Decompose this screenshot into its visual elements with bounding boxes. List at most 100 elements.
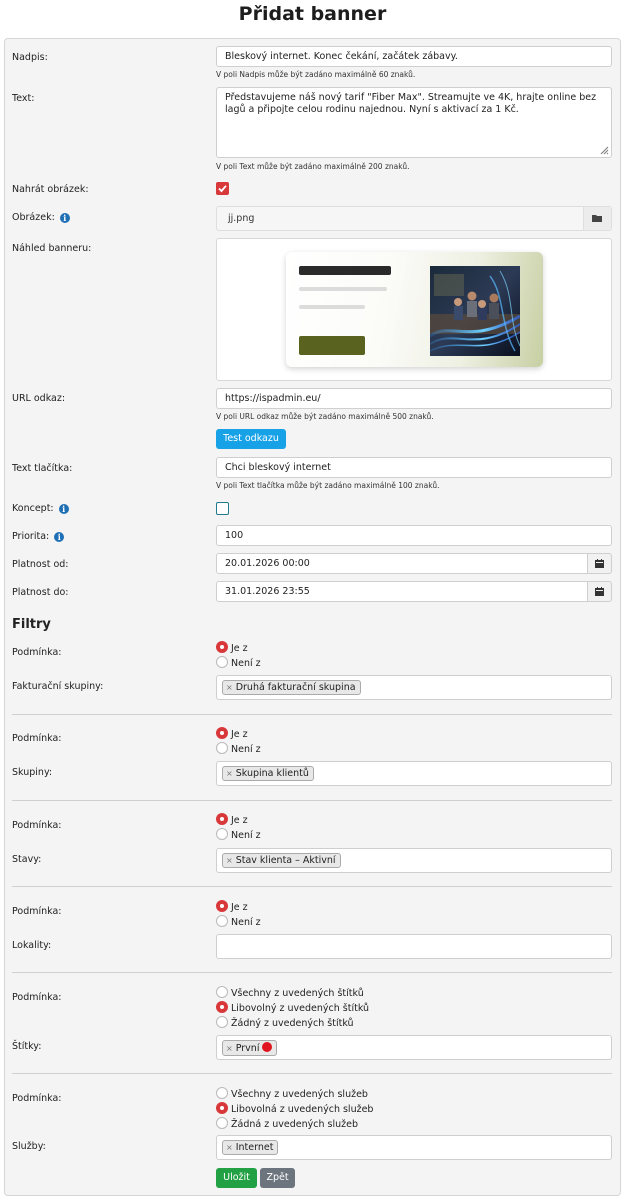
nahrat-obrazek-checkbox[interactable]	[216, 182, 229, 195]
page-title: Přidat banner	[238, 3, 387, 25]
radio-je-z[interactable]: Je z	[216, 813, 248, 826]
url-input[interactable]: https://ispadmin.eu/	[216, 388, 612, 409]
divider	[12, 972, 612, 973]
tag-label: Skupina klientů	[235, 768, 309, 779]
sluzby-multiselect[interactable]: × Internet	[216, 1135, 612, 1160]
tag-label: Internet	[235, 1142, 274, 1153]
radio-label: Není z	[231, 744, 261, 755]
banner-preview	[216, 238, 612, 381]
text-textarea[interactable]: Představujeme náš nový tarif "Fiber Max"…	[216, 87, 612, 158]
remove-tag-icon[interactable]: ×	[226, 1143, 233, 1152]
save-button[interactable]: Uložit	[216, 1168, 257, 1188]
obrazek-file-input[interactable]: jj.png	[216, 206, 612, 231]
radio-button[interactable]	[216, 641, 228, 653]
radio-label: Není z	[231, 658, 261, 669]
selected-tag[interactable]: × Stav klienta – Aktivní	[222, 853, 341, 868]
remove-tag-icon[interactable]: ×	[226, 856, 233, 865]
radio-button[interactable]	[216, 915, 228, 927]
lokality-multiselect[interactable]	[216, 934, 612, 959]
radio-button[interactable]	[216, 1016, 228, 1028]
divider	[12, 800, 612, 801]
platnost-od-input[interactable]: 20.01.2026 00:00	[216, 553, 588, 574]
skupiny-multiselect[interactable]: × Skupina klientů	[216, 761, 612, 786]
selected-tag[interactable]: × Skupina klientů	[222, 766, 314, 781]
radio-zadna[interactable]: Žádná z uvedených služeb	[216, 1117, 358, 1130]
radio-label: Libovolný z uvedených štítků	[231, 1003, 370, 1014]
radio-label: Libovolná z uvedených služeb	[231, 1104, 374, 1115]
remove-tag-icon[interactable]: ×	[226, 769, 233, 778]
back-button[interactable]: Zpět	[260, 1168, 295, 1188]
test-link-button[interactable]: Test odkazu	[216, 429, 286, 449]
radio-button[interactable]	[216, 1087, 228, 1099]
radio-label: Žádný z uvedených štítků	[231, 1018, 354, 1029]
radio-button[interactable]	[216, 813, 228, 825]
remove-tag-icon[interactable]: ×	[226, 683, 233, 692]
divider	[12, 714, 612, 715]
obrazek-filename: jj.png	[228, 213, 255, 224]
koncept-label-wrap: Koncept: i	[12, 503, 69, 514]
radio-button[interactable]	[216, 900, 228, 912]
radio-label: Není z	[231, 917, 261, 928]
resize-handle-icon[interactable]	[599, 145, 609, 155]
radio-vsechny[interactable]: Všechny z uvedených služeb	[216, 1087, 368, 1100]
text-tlacitka-input[interactable]: Chci bleskový internet	[216, 457, 612, 478]
radio-je-z[interactable]: Je z	[216, 900, 248, 913]
radio-button[interactable]	[216, 1102, 228, 1114]
info-icon[interactable]: i	[59, 213, 70, 223]
text-tlacitka-hint: V poli Text tlačítka může být zadáno max…	[216, 481, 440, 490]
radio-vsechny[interactable]: Všechny z uvedených štítků	[216, 986, 364, 999]
condition-label: Podmínka:	[12, 992, 62, 1003]
nahrat-obrazek-label: Nahrát obrázek:	[12, 184, 89, 195]
radio-neni-z[interactable]: Není z	[216, 915, 261, 928]
nadpis-hint: V poli Nadpis může být zadáno maximálně …	[216, 70, 416, 79]
radio-zadny[interactable]: Žádný z uvedených štítků	[216, 1016, 354, 1029]
radio-label: Všechny z uvedených služeb	[231, 1089, 368, 1100]
selected-tag[interactable]: × Druhá fakturační skupina	[222, 680, 361, 695]
selected-tag[interactable]: × Internet	[222, 1140, 279, 1155]
radio-libovolny[interactable]: Libovolný z uvedených štítků	[216, 1001, 369, 1014]
platnost-do-input[interactable]: 31.01.2026 23:55	[216, 581, 588, 602]
radio-je-z[interactable]: Je z	[216, 727, 248, 740]
koncept-checkbox[interactable]	[216, 502, 229, 515]
condition-label: Podmínka:	[12, 647, 62, 658]
nadpis-input[interactable]: Bleskový internet. Konec čekání, začátek…	[216, 46, 612, 67]
radio-neni-z[interactable]: Není z	[216, 656, 261, 669]
url-hint: V poli URL odkaz může být zadáno maximál…	[216, 412, 434, 421]
sluzby-label: Služby:	[12, 1141, 46, 1152]
platnost-do-calendar-button[interactable]	[588, 581, 612, 602]
radio-button[interactable]	[216, 828, 228, 840]
tag-label: Druhá fakturační skupina	[235, 682, 356, 693]
stavy-multiselect[interactable]: × Stav klienta – Aktivní	[216, 848, 612, 873]
radio-button[interactable]	[216, 656, 228, 668]
priorita-input[interactable]: 100	[216, 525, 612, 546]
radio-je-z[interactable]: Je z	[216, 641, 248, 654]
info-icon[interactable]: i	[58, 504, 69, 514]
fakturacni-multiselect[interactable]: × Druhá fakturační skupina	[216, 675, 612, 700]
radio-button[interactable]	[216, 1117, 228, 1129]
preview-text-line	[299, 287, 387, 291]
priorita-label: Priorita:	[12, 531, 50, 542]
skupiny-label: Skupiny:	[12, 767, 53, 778]
radio-button[interactable]	[216, 1001, 228, 1013]
radio-label: Je z	[231, 815, 248, 826]
info-icon[interactable]: i	[54, 532, 65, 542]
radio-neni-z[interactable]: Není z	[216, 742, 261, 755]
radio-button[interactable]	[216, 727, 228, 739]
radio-libovolna[interactable]: Libovolná z uvedených služeb	[216, 1102, 373, 1115]
fakturacni-label: Fakturační skupiny:	[12, 681, 104, 692]
nahled-label: Náhled banneru:	[12, 243, 92, 254]
calendar-icon	[595, 587, 604, 596]
radio-button[interactable]	[216, 742, 228, 754]
radio-label: Všechny z uvedených štítků	[231, 988, 364, 999]
remove-tag-icon[interactable]: ×	[226, 1044, 233, 1053]
selected-tag[interactable]: × První	[222, 1040, 278, 1056]
stitky-multiselect[interactable]: × První	[216, 1035, 612, 1060]
file-browse-button[interactable]	[583, 207, 611, 230]
platnost-od-calendar-button[interactable]	[588, 553, 612, 574]
radio-neni-z[interactable]: Není z	[216, 828, 261, 841]
platnost-do-label: Platnost do:	[12, 587, 69, 598]
text-tlacitka-label: Text tlačítka:	[12, 463, 73, 474]
preview-button	[299, 336, 365, 355]
radio-label: Je z	[231, 729, 248, 740]
radio-button[interactable]	[216, 986, 228, 998]
